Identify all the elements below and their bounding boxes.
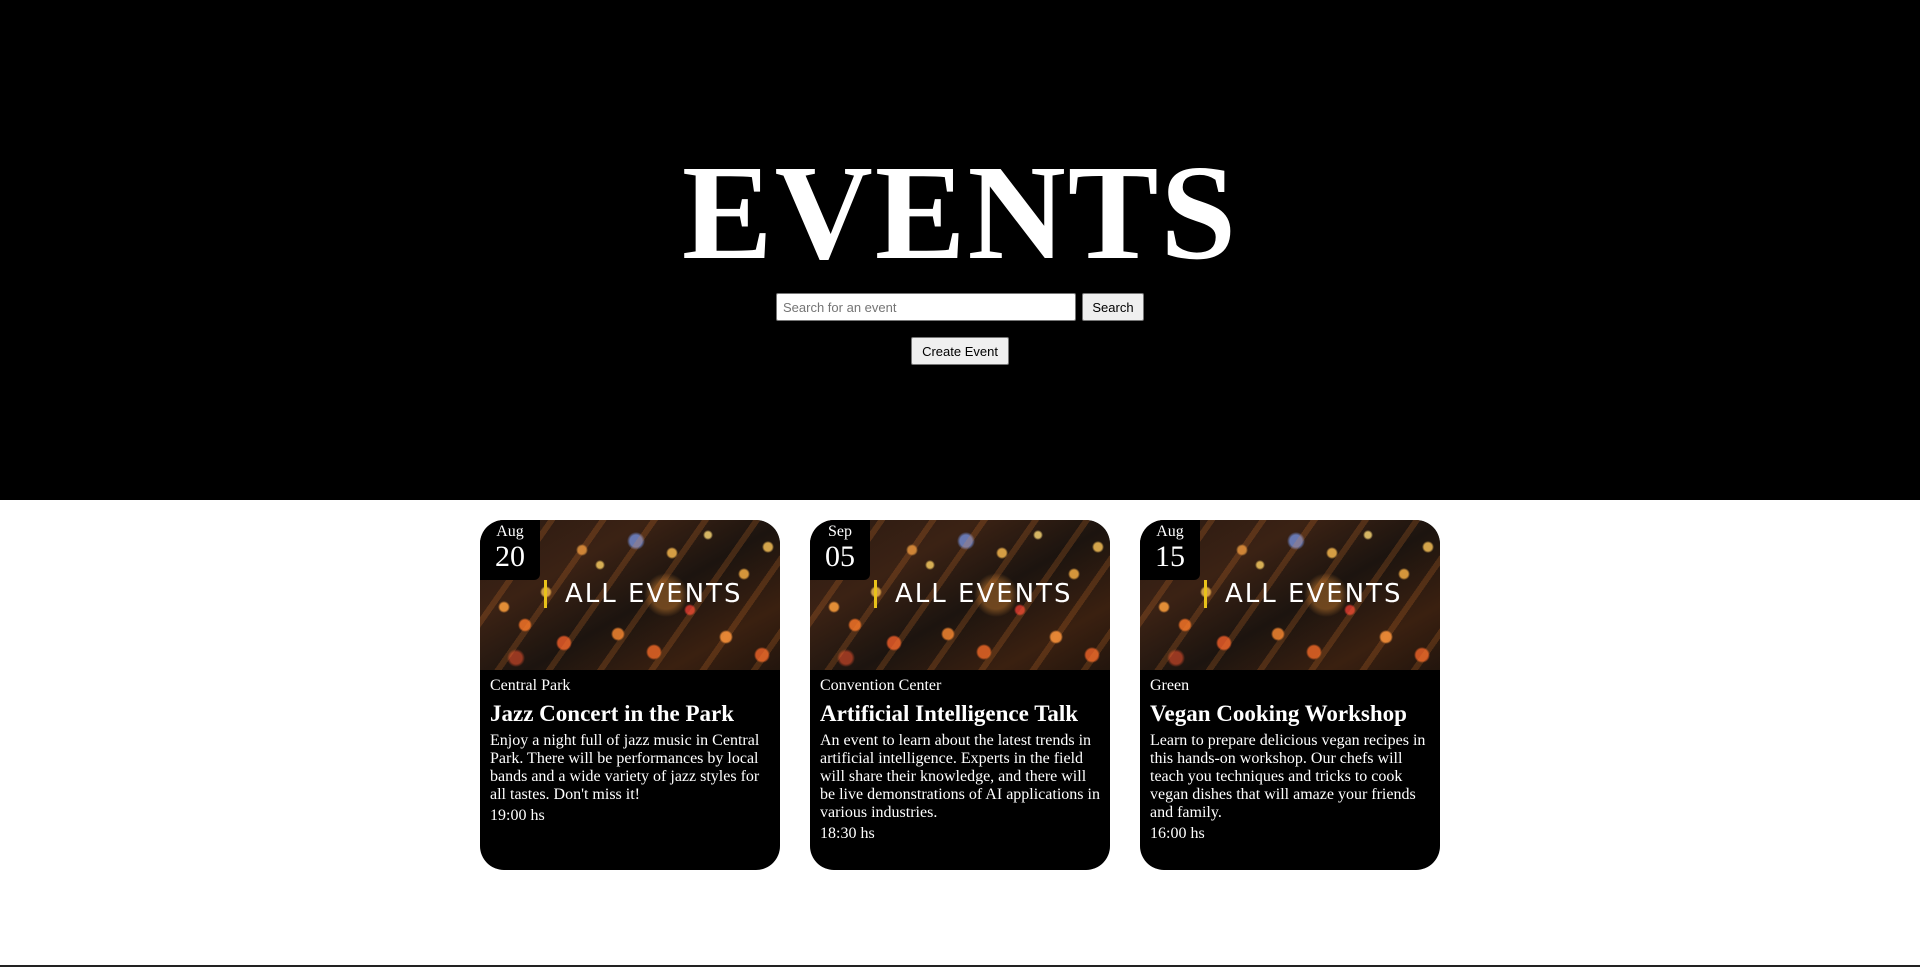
event-image-caption: ALL EVENTS bbox=[895, 579, 1073, 609]
event-image-caption: ALL EVENTS bbox=[1225, 579, 1403, 609]
event-description: Enjoy a night full of jazz music in Cent… bbox=[490, 732, 760, 803]
event-location: Convention Center bbox=[820, 677, 942, 694]
event-details: Green Vegan Cooking Workshop Learn to pr… bbox=[1150, 676, 1432, 844]
event-time: 16:00 hs bbox=[1150, 825, 1205, 842]
date-day: 20 bbox=[495, 540, 525, 573]
date-month: Aug bbox=[496, 523, 524, 540]
search-input[interactable] bbox=[776, 293, 1076, 321]
date-day: 05 bbox=[825, 540, 855, 573]
date-badge: Aug 15 bbox=[1140, 520, 1200, 580]
page-title: EVENTS bbox=[681, 138, 1239, 288]
accent-bar bbox=[1204, 580, 1207, 608]
date-month: Sep bbox=[828, 523, 852, 540]
search-button[interactable]: Search bbox=[1082, 293, 1144, 321]
event-details: Convention Center Artificial Intelligenc… bbox=[820, 676, 1102, 844]
events-list: ALL EVENTS Aug 20 Central Park Jazz Conc… bbox=[480, 520, 1440, 870]
event-time: 18:30 hs bbox=[820, 825, 875, 842]
hero-header: EVENTS Search Create Event bbox=[0, 0, 1920, 500]
date-badge: Aug 20 bbox=[480, 520, 540, 580]
event-card[interactable]: ALL EVENTS Aug 20 Central Park Jazz Conc… bbox=[480, 520, 780, 870]
event-location: Green bbox=[1150, 677, 1190, 694]
event-card[interactable]: ALL EVENTS Sep 05 Convention Center Arti… bbox=[810, 520, 1110, 870]
event-title: Vegan Cooking Workshop bbox=[1150, 701, 1407, 726]
event-details: Central Park Jazz Concert in the Park En… bbox=[490, 676, 772, 826]
event-card[interactable]: ALL EVENTS Aug 15 Green Vegan Cooking Wo… bbox=[1140, 520, 1440, 870]
search-bar: Search bbox=[776, 293, 1144, 321]
date-month: Aug bbox=[1156, 523, 1184, 540]
event-title: Artificial Intelligence Talk bbox=[820, 701, 1079, 726]
accent-bar bbox=[544, 580, 547, 608]
event-title: Jazz Concert in the Park bbox=[490, 701, 734, 726]
accent-bar bbox=[874, 580, 877, 608]
date-day: 15 bbox=[1155, 540, 1185, 573]
event-image-caption: ALL EVENTS bbox=[565, 579, 743, 609]
event-description: An event to learn about the latest trend… bbox=[820, 732, 1100, 821]
event-description: Learn to prepare delicious vegan recipes… bbox=[1150, 732, 1426, 821]
date-badge: Sep 05 bbox=[810, 520, 870, 580]
event-location: Central Park bbox=[490, 677, 571, 694]
create-event-button[interactable]: Create Event bbox=[911, 337, 1009, 365]
event-time: 19:00 hs bbox=[490, 807, 545, 824]
